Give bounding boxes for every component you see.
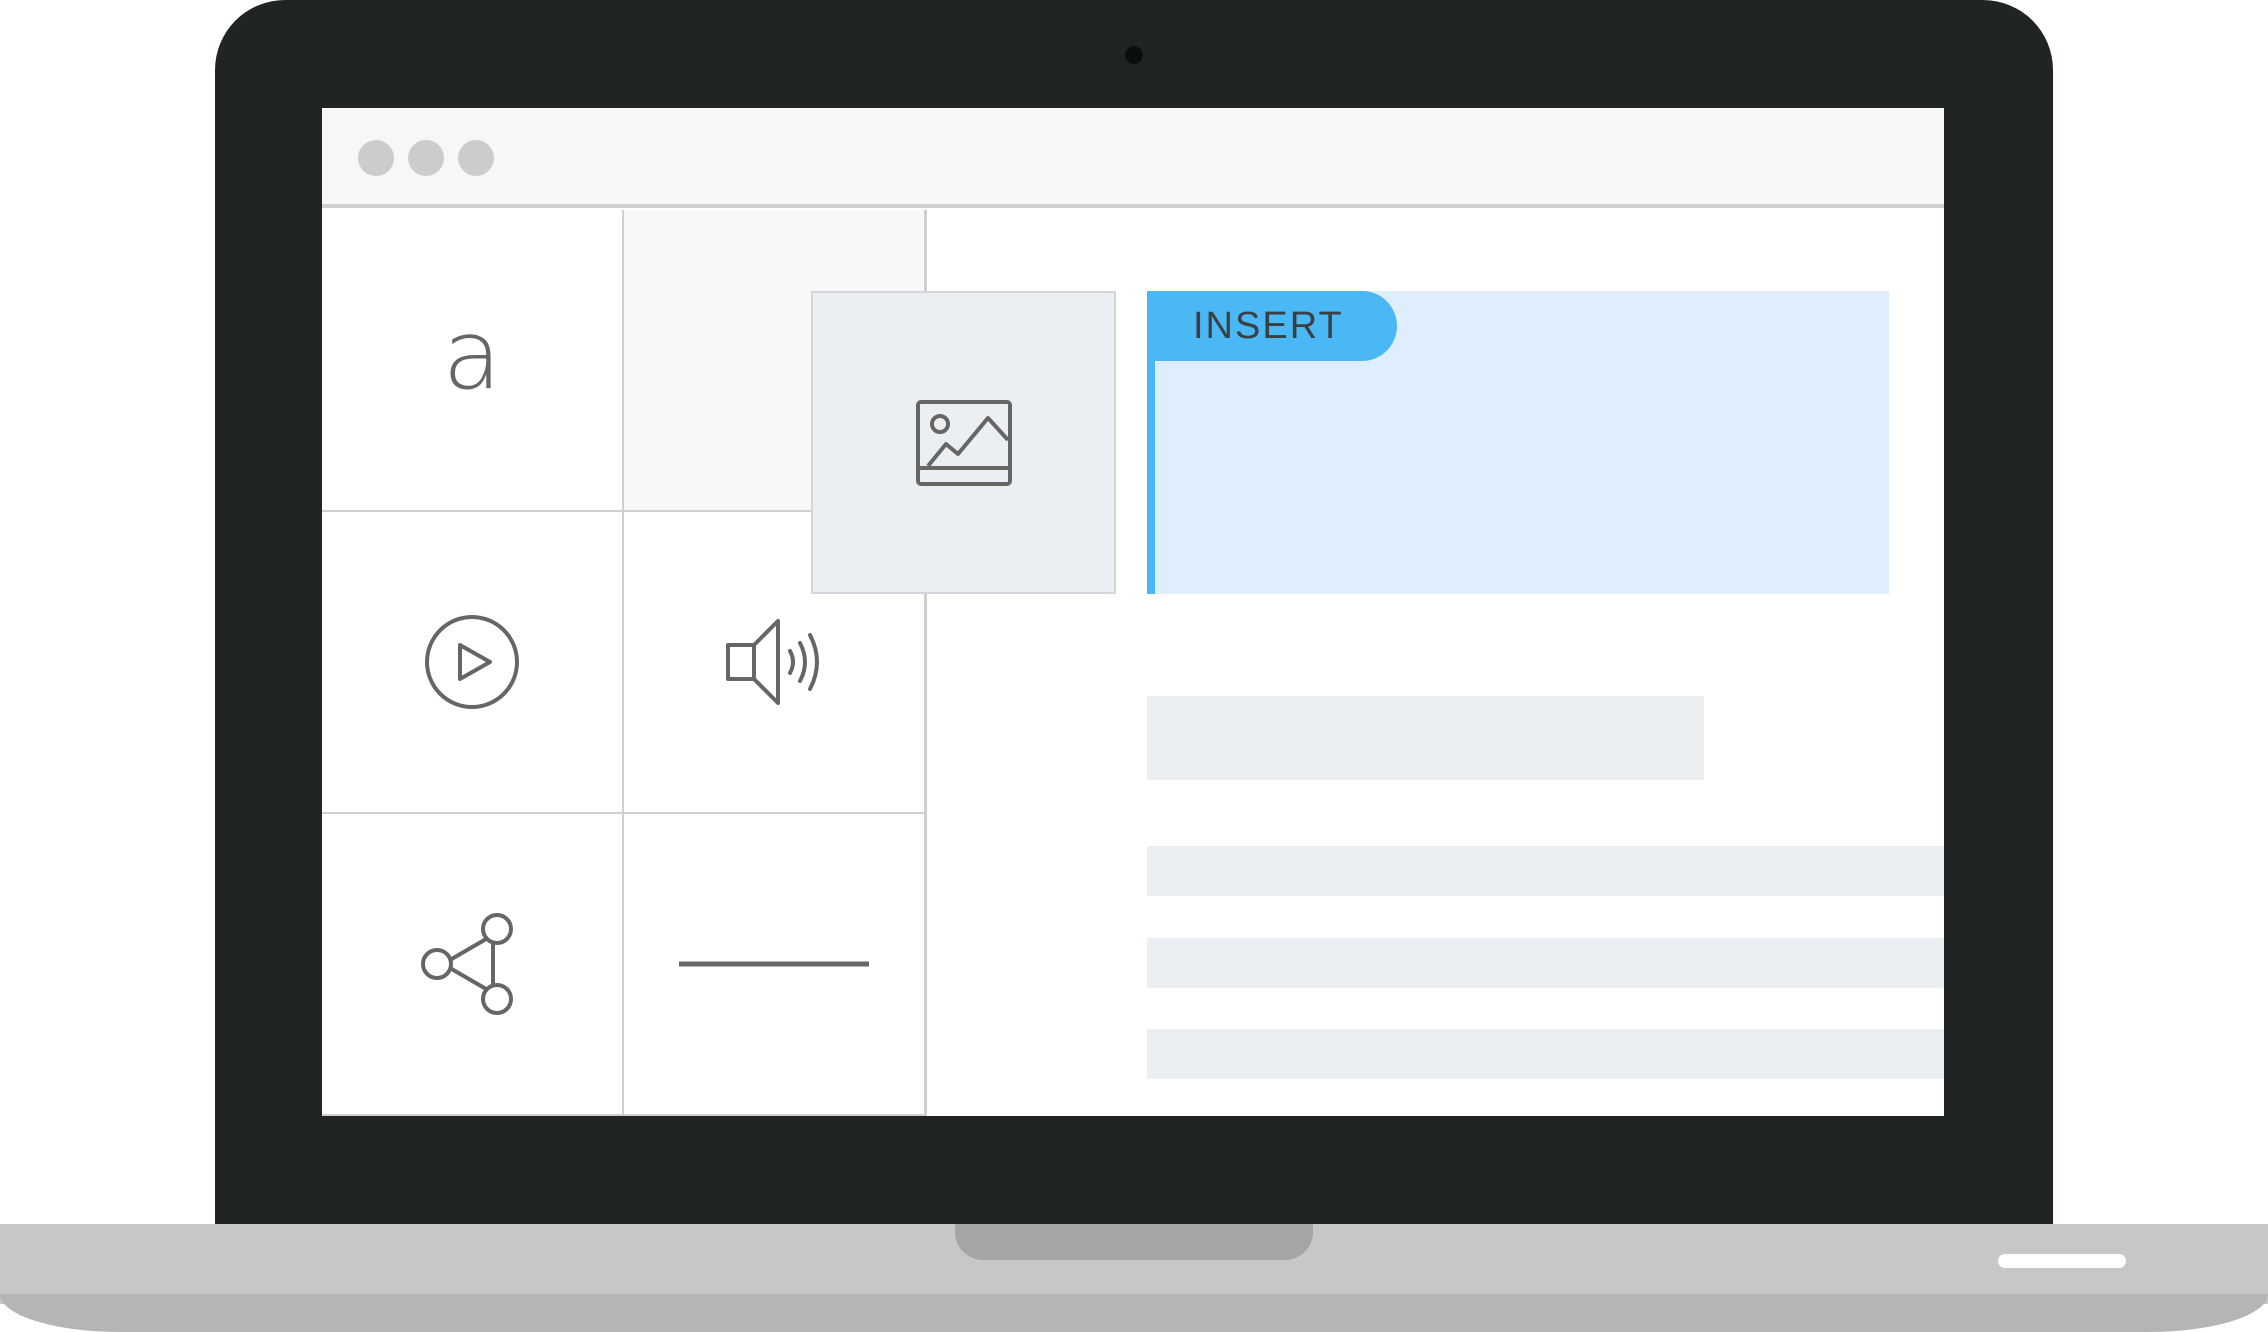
image-block-tile-dragging[interactable] — [811, 291, 1116, 594]
share-block-tile[interactable] — [322, 814, 624, 1116]
window-maximize-dot[interactable] — [458, 140, 494, 176]
window-close-dot[interactable] — [358, 140, 394, 176]
text-line-placeholder — [1147, 846, 1944, 896]
browser-window: a INSERT — [322, 108, 1944, 1116]
video-block-tile[interactable] — [322, 512, 624, 814]
divider-block-tile[interactable] — [624, 814, 926, 1116]
letter-a-icon: a — [442, 299, 502, 411]
text-block-tile[interactable]: a — [322, 210, 624, 512]
speaker-icon — [726, 619, 819, 705]
window-minimize-dot[interactable] — [408, 140, 444, 176]
image-icon — [915, 399, 1012, 486]
play-circle-icon — [425, 615, 519, 709]
webcam — [1125, 46, 1143, 64]
laptop-base-bottom — [0, 1294, 2268, 1332]
heading-placeholder — [1147, 696, 1704, 780]
text-line-placeholder — [1147, 1029, 1944, 1079]
browser-toolbar — [322, 108, 1944, 208]
laptop-notch — [955, 1224, 1313, 1260]
share-icon — [421, 913, 513, 1015]
power-indicator — [1998, 1254, 2126, 1268]
insert-label: INSERT — [1147, 291, 1397, 361]
horizontal-line-icon — [679, 961, 869, 967]
text-line-placeholder — [1147, 938, 1944, 988]
